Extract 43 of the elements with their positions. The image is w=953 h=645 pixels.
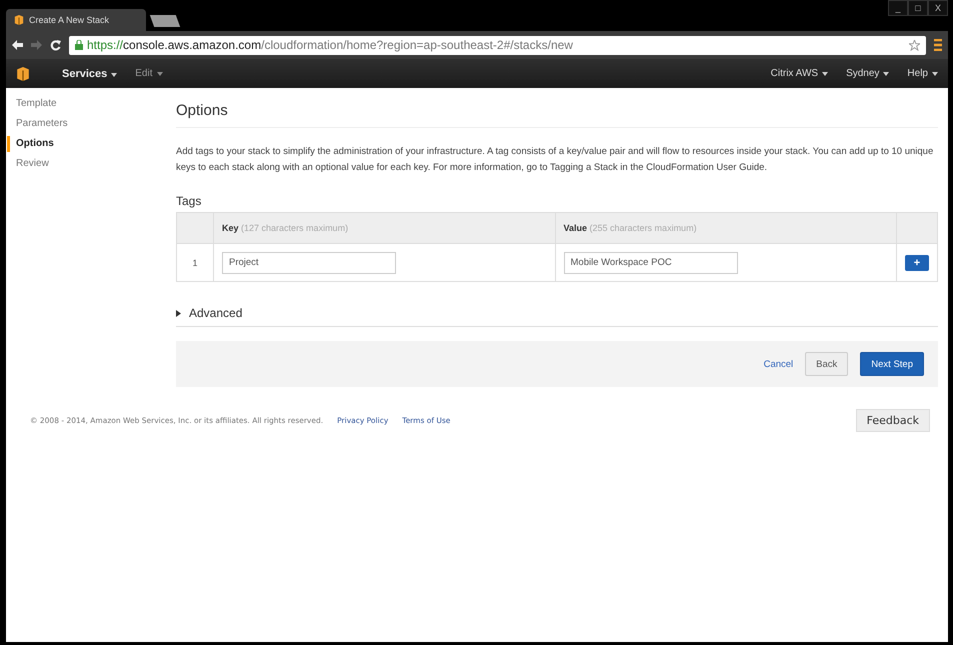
key-input[interactable]: Project [222, 252, 396, 274]
menu-icon[interactable] [934, 39, 942, 51]
nav-menu[interactable]: Services [62, 68, 118, 80]
section-title: Tags [176, 194, 202, 208]
caret-icon [822, 72, 828, 76]
star-icon[interactable] [909, 40, 920, 50]
nav-menu[interactable]: Edit [135, 68, 162, 79]
column-header: Value (255 characters maximum) [555, 212, 896, 244]
window-control-button[interactable]: □ [908, 0, 928, 16]
value-input[interactable]: Mobile Workspace POC [564, 252, 738, 274]
address-bar[interactable]: https://console.aws.amazon.com/cloudformation/home?region=ap-southeast-2#/stacks/new [69, 36, 926, 54]
window-control-button[interactable]: _ [888, 0, 908, 16]
caret-icon [111, 72, 118, 76]
description: Add tags to your stack to simplify the administration of your infrastructure. A tag consists of a key/value pair and will flow to resources inside your stack. You can add up to 10 unique keys to each stack along with an optional value for each key. For more information, go to Tagging a Stack in the CloudFormation User Guide. [176, 145, 934, 175]
nav-menu[interactable]: Help [907, 68, 938, 79]
wizard-step[interactable]: Options [7, 136, 176, 152]
aws-logo-icon[interactable] [16, 66, 30, 80]
advanced-toggle[interactable]: Advanced [176, 282, 938, 327]
wizard-step[interactable]: Review [7, 156, 176, 172]
back-arrow-icon[interactable] [12, 40, 23, 50]
add-tag-button[interactable]: + [905, 254, 929, 270]
caret-icon [932, 72, 938, 76]
caret-icon [156, 72, 162, 76]
caret-icon [176, 310, 181, 316]
feedback-button[interactable]: Feedback [856, 409, 930, 432]
back-button[interactable]: Back [805, 352, 848, 376]
wizard-step[interactable]: Parameters [7, 116, 176, 132]
cancel-link[interactable]: Cancel [764, 358, 794, 370]
cube-icon [14, 15, 24, 25]
new-tab-button[interactable] [150, 15, 180, 27]
window-control-button[interactable]: X [928, 0, 948, 16]
page-title: Options [176, 102, 938, 128]
nav-menu[interactable]: Sydney [846, 68, 890, 79]
lock-icon [75, 40, 83, 50]
next-step-button[interactable]: Next Step [860, 352, 924, 376]
caret-icon [883, 72, 890, 76]
browser-tab[interactable]: Create A New Stack [6, 9, 146, 31]
cube-icon [16, 66, 30, 80]
column-header: Key (127 characters maximum) [214, 212, 555, 244]
row-number: 1 [176, 244, 214, 282]
wizard-step[interactable]: Template [7, 96, 176, 112]
reload-icon[interactable] [50, 40, 61, 50]
nav-menu[interactable]: Citrix AWS [770, 68, 828, 79]
